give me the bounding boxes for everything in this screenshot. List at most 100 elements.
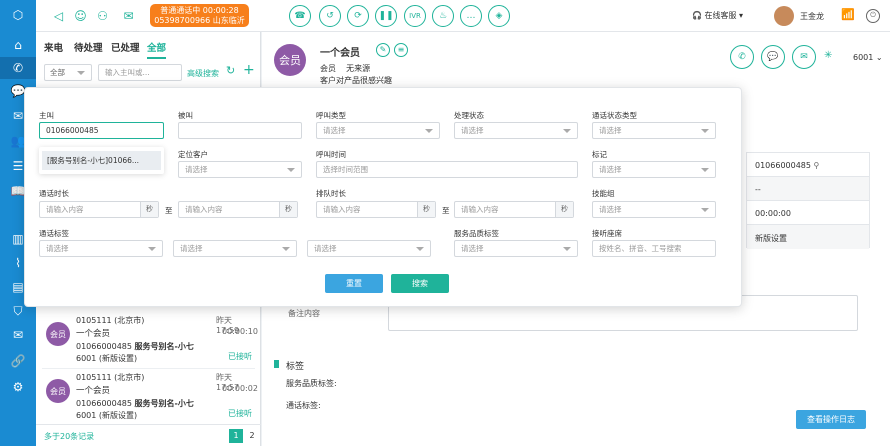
pagination-bar: 多于20条记录 1 2: [36, 424, 261, 446]
hold-button[interactable]: ↺: [319, 5, 341, 27]
power-icon[interactable]: ⏻: [866, 9, 880, 23]
phone-icon[interactable]: ✆: [0, 57, 36, 79]
settings-icon[interactable]: ⚙: [0, 376, 36, 398]
home-icon[interactable]: ⌂: [0, 34, 36, 56]
chat-button[interactable]: …: [460, 5, 482, 27]
mark-select[interactable]: 请选择: [592, 161, 716, 178]
add-icon[interactable]: +: [243, 62, 255, 78]
call-tag-placeholder: 请选择: [46, 244, 69, 253]
caller-input[interactable]: 01066000485: [39, 122, 164, 139]
detail-phone: 01066000485: [755, 161, 811, 170]
listen-input[interactable]: 按姓名、拼音、工号搜索: [592, 240, 716, 257]
tab-pending[interactable]: 待处理: [74, 40, 103, 54]
sms-icon[interactable]: 💬: [761, 45, 785, 69]
unit-label: 秒: [555, 202, 573, 217]
quality-placeholder: 请选择: [461, 244, 484, 253]
locate-label: 定位客户: [178, 150, 208, 159]
tag-button[interactable]: ◈: [488, 5, 510, 27]
skill-select[interactable]: 请选择: [592, 201, 716, 218]
process-select[interactable]: 请选择: [454, 122, 578, 139]
call-tag-label: 通话标签: [39, 229, 69, 238]
call-tag-select-1[interactable]: 请选择: [39, 240, 163, 257]
skill-label: 技能组: [592, 189, 615, 198]
transfer-button[interactable]: ⟳: [347, 5, 369, 27]
suggestion-item[interactable]: [服务号别名-小七]01066...: [42, 151, 161, 170]
user-search-icon[interactable]: ⚲: [814, 161, 820, 170]
call-tag-select-2[interactable]: 请选择: [173, 240, 297, 257]
unit-label: 秒: [140, 202, 158, 217]
service-tag-label: 服务品质标签:: [286, 379, 337, 388]
detail-setting: 新版设置: [747, 225, 869, 249]
avatar[interactable]: [774, 6, 794, 26]
tab-processed[interactable]: 已处理: [111, 40, 140, 54]
mark-label: 标记: [592, 150, 607, 159]
agent-name[interactable]: 王金龙: [800, 11, 824, 22]
record-alias: 服务号别名-小七: [134, 342, 194, 351]
service-status-label: 在线客服: [704, 11, 737, 20]
record-alias: 服务号别名-小七: [134, 399, 194, 408]
record-phone: 01066000485: [76, 399, 132, 408]
advanced-search-popup: 主叫 01066000485 [服务号别名-小七]01066... 被叫 呼叫类…: [24, 87, 742, 307]
call-time-range[interactable]: 选择时间范围: [316, 161, 578, 178]
talk-duration-min[interactable]: 请输入内容 秒: [39, 201, 159, 218]
emoji-icon[interactable]: ☺: [72, 7, 89, 24]
customer-avatar: 会员: [274, 44, 306, 76]
queue-duration-label: 排队时长: [316, 189, 346, 198]
logo-icon: ⬡: [12, 8, 24, 22]
page-2[interactable]: 2: [247, 429, 257, 443]
call-icon[interactable]: ✆: [730, 45, 754, 69]
locate-placeholder: 请选择: [185, 165, 208, 174]
call-time-label: 呼叫时间: [316, 150, 346, 159]
record-number: 0105111 (北京市): [76, 373, 145, 382]
section-marker: [274, 360, 279, 368]
search-input[interactable]: 输入主叫或...: [98, 64, 182, 81]
list-item[interactable]: 会员 0105111 (北京市) 昨天17:57 一个会员 00:00:02 0…: [42, 370, 258, 426]
talk-duration-label: 通话时长: [39, 189, 69, 198]
quality-select[interactable]: 请选择: [454, 240, 578, 257]
caller-label: 主叫: [39, 111, 54, 120]
edit-icon[interactable]: ✎: [376, 43, 390, 57]
customer-type: 会员: [320, 64, 336, 73]
consult-button[interactable]: ♨: [432, 5, 454, 27]
talk-duration-max[interactable]: 请输入内容 秒: [178, 201, 298, 218]
link-icon[interactable]: 🔗: [0, 350, 36, 372]
advanced-search-link[interactable]: 高级搜索: [187, 68, 219, 79]
ivr-button[interactable]: IVR: [404, 5, 426, 27]
page-1[interactable]: 1: [229, 429, 243, 443]
locate-select[interactable]: 请选择: [178, 161, 302, 178]
remark-label: 备注内容: [288, 309, 320, 318]
pause-button[interactable]: ❚❚: [375, 5, 397, 27]
search-button[interactable]: 搜索: [391, 274, 449, 293]
view-log-button[interactable]: 查看操作日志: [796, 410, 866, 429]
call-type-placeholder: 请选择: [323, 126, 346, 135]
talk-status-label: 通话状态类型: [592, 111, 637, 120]
tab-incoming[interactable]: 来电: [44, 40, 63, 54]
extension-select[interactable]: 6001 ⌄: [853, 53, 883, 62]
tab-all[interactable]: 全部: [147, 40, 167, 59]
hangup-button[interactable]: ☎: [289, 5, 311, 27]
talk-status-placeholder: 请选择: [599, 126, 622, 135]
reset-button[interactable]: 重置: [325, 274, 383, 293]
record-duration: 00:00:02: [222, 384, 258, 393]
caller-avatar: 会员: [46, 322, 70, 346]
call-tag-select-3[interactable]: 请选择: [307, 240, 431, 257]
service-status[interactable]: 🎧 在线客服 ▾: [692, 10, 743, 21]
message-icon[interactable]: ✉: [0, 324, 36, 346]
envelope-icon[interactable]: ✉: [120, 7, 137, 24]
call-status-pill[interactable]: 普通通话中 00:00:28 05398700966 山东临沂: [150, 4, 249, 27]
loading-icon: ✳: [824, 50, 833, 61]
volume-icon[interactable]: ◁: [50, 7, 67, 24]
users-icon[interactable]: ⚇: [94, 7, 111, 24]
list-icon[interactable]: ≡: [394, 43, 408, 57]
call-type-select[interactable]: 请选择: [316, 122, 440, 139]
wifi-icon: 📶: [841, 8, 855, 21]
queue-duration-min[interactable]: 请输入内容 秒: [316, 201, 436, 218]
callee-input[interactable]: [178, 122, 302, 139]
scope-select[interactable]: 全部: [44, 64, 92, 81]
queue-duration-max[interactable]: 请输入内容 秒: [454, 201, 574, 218]
refresh-icon[interactable]: ↻: [226, 64, 235, 77]
list-item[interactable]: 会员 0105111 (北京市) 昨天17:59 一个会员 00:00:10 0…: [42, 313, 258, 369]
email-icon[interactable]: ✉: [792, 45, 816, 69]
unit-label: 秒: [417, 202, 435, 217]
talk-status-select[interactable]: 请选择: [592, 122, 716, 139]
